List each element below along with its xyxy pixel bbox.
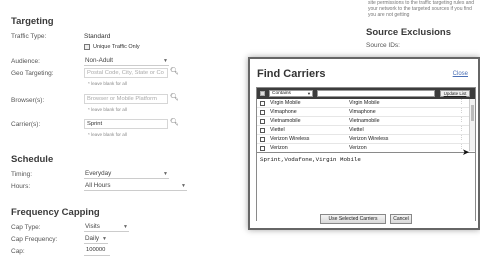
use-selected-carriers-button[interactable]: Use Selected Carriers (320, 214, 386, 224)
carrier-value: Verizon Wireless (349, 136, 389, 142)
cap-type-label: Cap Type: (11, 224, 41, 231)
cap-input[interactable]: 100000 (84, 246, 110, 256)
row-checkbox[interactable] (260, 128, 265, 133)
carrier-name: Verizon Wireless (270, 136, 310, 142)
carrier-name: Virgin Mobile (270, 100, 301, 106)
row-checkbox[interactable] (260, 101, 265, 106)
list-item[interactable]: Verizon Verizon ⋮ (257, 144, 475, 151)
update-list-button[interactable]: Update List (440, 90, 470, 97)
filter-mode-value: Contains (272, 91, 291, 96)
selected-carriers-text: Sprint,Vodafone,Virgin Mobile (260, 156, 361, 163)
source-exclusions-heading: Source Exclusions (366, 27, 452, 38)
geo-hint: * leave blank for all (88, 81, 127, 86)
carrier-value: Vietnamobile (349, 118, 380, 124)
unique-traffic-label: Unique Traffic Only (93, 44, 140, 50)
browsers-search-icon[interactable]: 🔍︎ (170, 93, 179, 101)
row-menu-icon[interactable]: ⋮ (459, 117, 464, 123)
list-item[interactable]: Vietnamobile Vietnamobile ⋮ (257, 117, 475, 126)
carriers-label: Carrier(s): (11, 121, 41, 128)
browsers-hint: * leave blank for all (88, 107, 127, 112)
list-item[interactable]: Verizon Wireless Verizon Wireless ⋮ (257, 135, 475, 144)
hours-value: All Hours (85, 182, 111, 189)
top-right-note: site permissions to the traffic targetin… (368, 0, 475, 18)
timing-label: Timing: (11, 171, 33, 178)
audience-value: Non-Adult (85, 57, 114, 64)
scrollbar-thumb[interactable] (471, 105, 474, 121)
carriers-hint: * leave blank for all (88, 132, 127, 137)
list-item[interactable]: Virgin Mobile Virgin Mobile ⋮ (257, 99, 475, 108)
carrier-name: Verizon (270, 145, 288, 151)
audience-label: Audience: (11, 58, 40, 65)
mouse-pointer-icon: ➤ (462, 147, 470, 157)
timing-value: Everyday (85, 170, 112, 177)
cap-label: Cap: (11, 248, 25, 255)
geo-targeting-label: Geo Targeting: (11, 70, 54, 77)
traffic-type-value: Standard (84, 33, 111, 40)
schedule-heading: Schedule (11, 154, 54, 165)
cap-type-value: Visits (85, 223, 100, 230)
traffic-type-label: Traffic Type: (11, 33, 47, 40)
cap-frequency-select[interactable]: Daily ▼ (84, 234, 108, 244)
carrier-value: Verizon (349, 145, 367, 151)
browsers-label: Browser(s): (11, 97, 45, 104)
cancel-button[interactable]: Cancel (390, 214, 412, 224)
cap-frequency-value: Daily (85, 235, 99, 242)
row-menu-icon[interactable]: ⋮ (459, 126, 464, 132)
chevron-down-icon: ▼ (123, 224, 128, 230)
row-checkbox[interactable] (260, 137, 265, 142)
hours-select[interactable]: All Hours ▼ (84, 181, 187, 191)
filter-input[interactable] (317, 90, 435, 97)
geo-search-icon[interactable]: 🔍︎ (170, 67, 179, 75)
row-menu-icon[interactable]: ⋮ (459, 108, 464, 114)
chevron-down-icon: ▼ (163, 58, 168, 64)
row-menu-icon[interactable]: ⋮ (459, 135, 464, 141)
chevron-down-icon: ▼ (307, 91, 311, 96)
carrier-value: Viettel (349, 127, 364, 133)
filter-mode-select[interactable]: Contains ▼ (269, 90, 313, 97)
list-scrollbar[interactable] (469, 99, 475, 151)
row-checkbox[interactable] (260, 146, 265, 151)
timing-select[interactable]: Everyday ▼ (84, 169, 169, 179)
chevron-down-icon: ▼ (102, 236, 107, 242)
carriers-input[interactable]: Sprint (84, 119, 168, 129)
row-menu-icon[interactable]: ⋮ (459, 99, 464, 105)
row-checkbox[interactable] (260, 119, 265, 124)
geo-targeting-input[interactable]: Postal Code, City, State or Co (84, 68, 168, 78)
source-ids-label: Source IDs: (366, 42, 400, 49)
row-checkbox[interactable] (260, 110, 265, 115)
cap-type-select[interactable]: Visits ▼ (84, 222, 129, 232)
audience-select[interactable]: Non-Adult ▼ (84, 56, 169, 66)
list-item[interactable]: Viettel Viettel ⋮ (257, 126, 475, 135)
browsers-input[interactable]: Browser or Mobile Platform (84, 94, 168, 104)
find-carriers-dialog: Find Carriers Close Contains ▼ Update Li… (248, 57, 480, 230)
carrier-value: Virgin Mobile (349, 100, 380, 106)
carriers-search-icon[interactable]: 🔍︎ (170, 118, 179, 126)
unique-traffic-checkbox[interactable] (84, 44, 90, 50)
carrier-name: Viettel (270, 127, 285, 133)
targeting-heading: Targeting (11, 16, 54, 27)
hours-label: Hours: (11, 183, 31, 190)
carrier-rows: Virgin Mobile Virgin Mobile ⋮ Vimaphone … (257, 99, 475, 151)
dialog-title: Find Carriers (257, 68, 326, 80)
list-toolbar: Contains ▼ Update List (257, 88, 475, 99)
chevron-down-icon: ▼ (163, 171, 168, 177)
selected-carriers-textarea[interactable]: Sprint,Vodafone,Virgin Mobile (257, 152, 475, 222)
chevron-down-icon: ▼ (181, 183, 186, 189)
close-link[interactable]: Close (453, 71, 468, 77)
carrier-name: Vietnamobile (270, 118, 301, 124)
frequency-capping-heading: Frequency Capping (11, 207, 100, 218)
select-all-checkbox[interactable] (260, 91, 265, 96)
carrier-value: Vimaphone (349, 109, 376, 115)
carrier-name: Vimaphone (270, 109, 297, 115)
cap-frequency-label: Cap Frequency: (11, 236, 58, 243)
list-item[interactable]: Vimaphone Vimaphone ⋮ (257, 108, 475, 117)
carrier-list-box: Contains ▼ Update List Virgin Mobile Vir… (256, 87, 476, 222)
